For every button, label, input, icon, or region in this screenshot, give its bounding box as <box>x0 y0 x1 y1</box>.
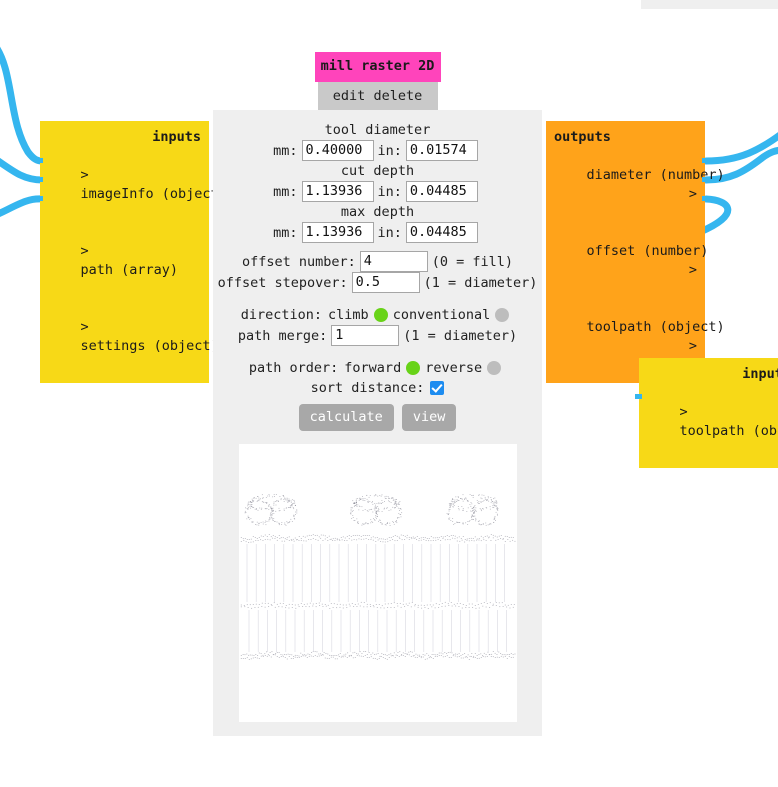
inputs-node-heading: inputs <box>48 127 201 147</box>
inputs-port-label: imageInfo (object) <box>81 186 227 202</box>
toolpath-preview-canvas[interactable] <box>239 444 517 722</box>
cut-depth-in-input[interactable] <box>406 181 478 202</box>
outputs-node-heading: outputs <box>554 127 697 147</box>
offset-stepover-row: offset stepover: (1 = diameter) <box>213 272 542 293</box>
tool-diameter-in-label: in: <box>378 141 402 161</box>
calculate-button[interactable]: calculate <box>299 404 394 431</box>
port-arrow-icon: > <box>81 167 89 183</box>
direction-climb-label[interactable]: climb <box>328 305 369 325</box>
path-order-label: path order: <box>249 358 338 378</box>
tool-diameter-row: mm: in: <box>213 140 542 161</box>
inputs-node[interactable]: inputs > imageInfo (object) > path (arra… <box>40 121 209 383</box>
max-depth-caption: max depth <box>213 202 542 222</box>
path-merge-label: path merge: <box>238 326 327 346</box>
path-merge-input[interactable] <box>331 325 399 346</box>
port-arrow-icon: > <box>81 319 89 335</box>
inputs-port-label: path (array) <box>81 262 179 278</box>
inputs-port-settings[interactable]: > settings (object) <box>48 299 201 375</box>
path-merge-hint: (1 = diameter) <box>403 326 517 346</box>
direction-climb-radio[interactable] <box>374 308 388 322</box>
node-body: tool diameter mm: in: cut depth mm: in: … <box>213 110 542 736</box>
outputs-port-label: toolpath (object) <box>587 319 725 335</box>
offset-number-row: offset number: (0 = fill) <box>213 251 542 272</box>
max-depth-mm-input[interactable] <box>302 222 374 243</box>
path-order-reverse-label[interactable]: reverse <box>425 358 482 378</box>
node-action-bar[interactable]: edit delete <box>318 82 438 110</box>
path-order-reverse-radio[interactable] <box>487 361 501 375</box>
offset-stepover-input[interactable] <box>352 272 420 293</box>
inputs-port-imageinfo[interactable]: > imageInfo (object) <box>48 147 201 223</box>
top-toolbar-strip <box>641 0 778 9</box>
mill-raster-node: mill raster 2D edit delete tool diameter… <box>213 52 542 736</box>
output-port-stub[interactable] <box>702 158 709 163</box>
inputs-port-path[interactable]: > path (array) <box>48 223 201 299</box>
cut-depth-in-label: in: <box>378 182 402 202</box>
inputs-node-secondary-heading: inputs <box>647 364 778 384</box>
node-title[interactable]: mill raster 2D <box>315 52 441 82</box>
inputs-node-secondary[interactable]: inputs > toolpath (object) <box>639 358 778 468</box>
direction-conventional-label[interactable]: conventional <box>393 305 491 325</box>
input-port-stub[interactable] <box>36 177 43 182</box>
tool-diameter-caption: tool diameter <box>213 120 542 140</box>
offset-number-hint: (0 = fill) <box>432 252 513 272</box>
direction-row: direction: climb conventional <box>213 305 542 325</box>
offset-stepover-hint: (1 = diameter) <box>424 273 538 293</box>
path-order-forward-label[interactable]: forward <box>344 358 401 378</box>
output-port-stub[interactable] <box>702 196 709 201</box>
direction-label: direction: <box>241 305 322 325</box>
input-port-stub[interactable] <box>36 158 43 163</box>
delete-button[interactable]: delete <box>373 88 422 104</box>
input-port-stub[interactable] <box>635 394 642 399</box>
offset-number-label: offset number: <box>242 252 356 272</box>
port-arrow-icon: > <box>689 262 697 278</box>
view-button[interactable]: view <box>402 404 457 431</box>
outputs-node[interactable]: outputs diameter (number) > offset (numb… <box>546 121 705 383</box>
outputs-port-diameter[interactable]: diameter (number) > <box>554 147 697 223</box>
offset-number-input[interactable] <box>360 251 428 272</box>
inputs-port-label: settings (object) <box>81 338 219 354</box>
outputs-port-offset[interactable]: offset (number) > <box>554 223 697 299</box>
cut-depth-mm-label: mm: <box>273 182 297 202</box>
sort-distance-checkbox[interactable] <box>430 381 444 395</box>
port-arrow-icon: > <box>81 243 89 259</box>
cut-depth-caption: cut depth <box>213 161 542 181</box>
direction-conventional-radio[interactable] <box>495 308 509 322</box>
max-depth-mm-label: mm: <box>273 223 297 243</box>
inputs-port-label: toolpath (object) <box>680 423 778 439</box>
sort-distance-label: sort distance: <box>311 378 425 398</box>
input-port-stub[interactable] <box>36 196 43 201</box>
tool-diameter-mm-label: mm: <box>273 141 297 161</box>
path-order-forward-radio[interactable] <box>406 361 420 375</box>
port-arrow-icon: > <box>689 186 697 202</box>
offset-stepover-label: offset stepover: <box>218 273 348 293</box>
tool-diameter-mm-input[interactable] <box>302 140 374 161</box>
max-depth-row: mm: in: <box>213 222 542 243</box>
output-port-stub[interactable] <box>702 177 709 182</box>
outputs-port-label: offset (number) <box>587 243 709 259</box>
path-order-row: path order: forward reverse <box>213 358 542 378</box>
max-depth-in-input[interactable] <box>406 222 478 243</box>
port-arrow-icon: > <box>680 404 688 420</box>
sort-distance-row: sort distance: <box>213 378 542 398</box>
max-depth-in-label: in: <box>378 223 402 243</box>
inputs-secondary-port-toolpath[interactable]: > toolpath (object) <box>647 384 778 460</box>
tool-diameter-in-input[interactable] <box>406 140 478 161</box>
cut-depth-mm-input[interactable] <box>302 181 374 202</box>
action-button-row: calculate view <box>213 404 542 431</box>
path-merge-row: path merge: (1 = diameter) <box>213 325 542 346</box>
edit-button[interactable]: edit <box>333 88 366 104</box>
cut-depth-row: mm: in: <box>213 181 542 202</box>
port-arrow-icon: > <box>689 338 697 354</box>
